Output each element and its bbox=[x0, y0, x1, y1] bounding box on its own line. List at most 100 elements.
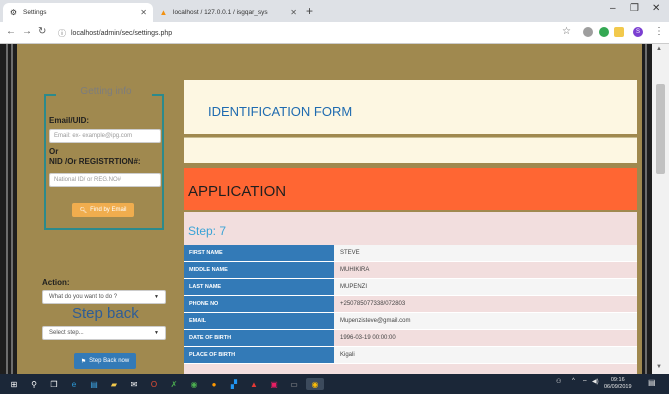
row-value: Mupenzisteve@gmail.com bbox=[334, 313, 637, 330]
row-value: Kigali bbox=[334, 347, 637, 364]
close-tab-icon[interactable]: ✕ bbox=[290, 8, 297, 17]
nid-label: NID /Or REGISTRTION#: bbox=[49, 157, 141, 166]
scrollbar-thumb[interactable] bbox=[656, 84, 665, 174]
email-label: Email/UID: bbox=[49, 116, 90, 125]
network-icon[interactable]: ⌔ bbox=[582, 378, 588, 386]
opera-icon[interactable]: O bbox=[148, 378, 160, 390]
clock[interactable]: 09:16 06/09/2019 bbox=[604, 377, 632, 391]
table-row: PLACE OF BIRTH Kigali bbox=[184, 347, 637, 364]
new-tab-icon[interactable]: + bbox=[306, 4, 313, 18]
right-border bbox=[642, 44, 652, 374]
step-back-button-label: Step Back now bbox=[89, 358, 130, 364]
pdf-icon[interactable]: ▲ bbox=[248, 378, 260, 390]
extension-icon[interactable] bbox=[583, 27, 593, 37]
tray-chevron-icon[interactable]: ^ bbox=[572, 378, 575, 384]
row-key: DATE OF BIRTH bbox=[184, 330, 334, 347]
mail-icon[interactable]: ✉ bbox=[128, 378, 140, 390]
table-row: DATE OF BIRTH 1996-03-19 00:00:00 bbox=[184, 330, 637, 347]
reload-icon[interactable]: ↻ bbox=[38, 26, 46, 37]
windows-taskbar: ⊞ ⚲ ❒ e ▤ ▰ ✉ O ✗ ◉ ● ▞ ▲ ▣ ▭ ◉ ⚇ ^ ⌔ ◀)… bbox=[0, 374, 669, 394]
action-label: Action: bbox=[42, 278, 70, 287]
task-view-icon[interactable]: ❒ bbox=[48, 378, 60, 390]
scroll-up-icon[interactable]: ▲ bbox=[656, 46, 662, 52]
chrome-alt-icon[interactable]: ◉ bbox=[188, 378, 200, 390]
table-row: EMAIL Mupenzisteve@gmail.com bbox=[184, 313, 637, 330]
xampp-icon[interactable]: ✗ bbox=[168, 378, 180, 390]
row-value: MUHIKIRA bbox=[334, 262, 637, 279]
tab-title: localhost / 127.0.0.1 / isgqar_sys bbox=[173, 9, 268, 16]
tab-phpmyadmin[interactable]: ▲ localhost / 127.0.0.1 / isgqar_sys ✕ bbox=[153, 3, 303, 22]
chevron-down-icon: ▼ bbox=[154, 330, 159, 336]
close-tab-icon[interactable]: ✕ bbox=[140, 8, 147, 17]
step-label: Step: 7 bbox=[188, 224, 227, 238]
minimize-icon[interactable]: – bbox=[610, 3, 616, 14]
step-select-value: Select step... bbox=[49, 330, 84, 336]
step-back-now-button[interactable]: ⚑ Step Back now bbox=[74, 353, 136, 369]
application-banner: APPLICATION bbox=[184, 168, 637, 210]
browser-titlebar: ⚙ Settings ✕ ▲ localhost / 127.0.0.1 / i… bbox=[0, 0, 669, 22]
star-icon[interactable]: ☆ bbox=[562, 26, 571, 37]
find-button-label: Find by Email bbox=[90, 207, 127, 213]
row-key: PLACE OF BIRTH bbox=[184, 347, 334, 364]
clock-time: 09:16 bbox=[610, 377, 625, 383]
app-icon[interactable]: ▣ bbox=[268, 378, 280, 390]
notification-icon[interactable]: ▤ bbox=[648, 378, 656, 387]
table-row: FIRST NAME STEVE bbox=[184, 245, 637, 262]
action-select-value: What do you want to do ? bbox=[49, 294, 118, 300]
or-label: Or bbox=[49, 147, 59, 156]
table-row: PHONE NO +250785077338/072803 bbox=[184, 296, 637, 313]
volume-icon[interactable]: ◀) bbox=[592, 378, 599, 385]
search-icon: 🔍︎ bbox=[79, 207, 88, 214]
row-key: EMAIL bbox=[184, 313, 334, 330]
file-explorer-icon[interactable]: ▰ bbox=[108, 378, 120, 390]
row-key: PHONE NO bbox=[184, 296, 334, 313]
row-value: STEVE bbox=[334, 245, 637, 262]
terminal-icon[interactable]: ▭ bbox=[288, 378, 300, 390]
store-icon[interactable]: ▤ bbox=[88, 378, 100, 390]
left-border bbox=[0, 44, 17, 374]
nid-input[interactable]: National ID/ or REG.NO# bbox=[49, 173, 161, 187]
form-title: IDENTIFICATION FORM bbox=[208, 104, 353, 119]
row-value: MUPENZI bbox=[334, 279, 637, 296]
windows-start-icon[interactable]: ⊞ bbox=[8, 378, 20, 390]
extension-icon[interactable] bbox=[599, 27, 609, 37]
chrome-favicon-icon: ⚙ bbox=[9, 8, 18, 17]
profile-avatar[interactable]: S bbox=[633, 27, 643, 37]
action-select[interactable]: What do you want to do ? ▼ bbox=[42, 290, 166, 304]
row-value: 1996-03-19 00:00:00 bbox=[334, 330, 637, 347]
vertical-scrollbar[interactable]: ▲ ▼ bbox=[652, 44, 669, 374]
row-key: LAST NAME bbox=[184, 279, 334, 296]
tab-title: Settings bbox=[23, 9, 47, 16]
getting-info-title: Getting info bbox=[80, 86, 132, 97]
email-input[interactable]: Email: ex- example@ipg.com bbox=[49, 129, 161, 143]
form-subheader bbox=[184, 137, 637, 163]
row-value: +250785077338/072803 bbox=[334, 296, 637, 313]
clock-date: 06/09/2019 bbox=[604, 384, 632, 390]
find-by-email-button[interactable]: 🔍︎ Find by Email bbox=[72, 203, 134, 217]
extension-icon[interactable] bbox=[614, 27, 624, 37]
step-back-title: Step back bbox=[72, 305, 139, 322]
people-icon[interactable]: ⚇ bbox=[556, 378, 561, 385]
row-key: FIRST NAME bbox=[184, 245, 334, 262]
tab-settings[interactable]: ⚙ Settings ✕ bbox=[3, 3, 153, 22]
app-icon[interactable]: ▞ bbox=[228, 378, 240, 390]
maximize-icon[interactable]: ❐ bbox=[630, 3, 639, 14]
step-select[interactable]: Select step... ▼ bbox=[42, 326, 166, 340]
table-row: MIDDLE NAME MUHIKIRA bbox=[184, 262, 637, 279]
chrome-taskbar-icon[interactable]: ◉ bbox=[306, 378, 324, 390]
address-bar: ← → ↻ ⓘ localhost/admin/sec/settings.php… bbox=[0, 22, 669, 44]
row-key: MIDDLE NAME bbox=[184, 262, 334, 279]
forward-icon[interactable]: → bbox=[22, 26, 32, 37]
info-icon[interactable]: ⓘ bbox=[58, 28, 66, 39]
firefox-icon[interactable]: ● bbox=[208, 378, 220, 390]
url-field[interactable]: ⓘ localhost/admin/sec/settings.php bbox=[58, 25, 518, 41]
search-icon[interactable]: ⚲ bbox=[28, 378, 40, 390]
chevron-down-icon: ▼ bbox=[154, 294, 159, 300]
identification-form-header: IDENTIFICATION FORM bbox=[184, 80, 637, 134]
close-window-icon[interactable]: ✕ bbox=[652, 3, 660, 14]
application-title: APPLICATION bbox=[188, 183, 287, 200]
back-icon[interactable]: ← bbox=[6, 26, 16, 37]
edge-icon[interactable]: e bbox=[68, 378, 80, 390]
scroll-down-icon[interactable]: ▼ bbox=[656, 364, 662, 370]
menu-icon[interactable]: ⋮ bbox=[654, 26, 664, 37]
